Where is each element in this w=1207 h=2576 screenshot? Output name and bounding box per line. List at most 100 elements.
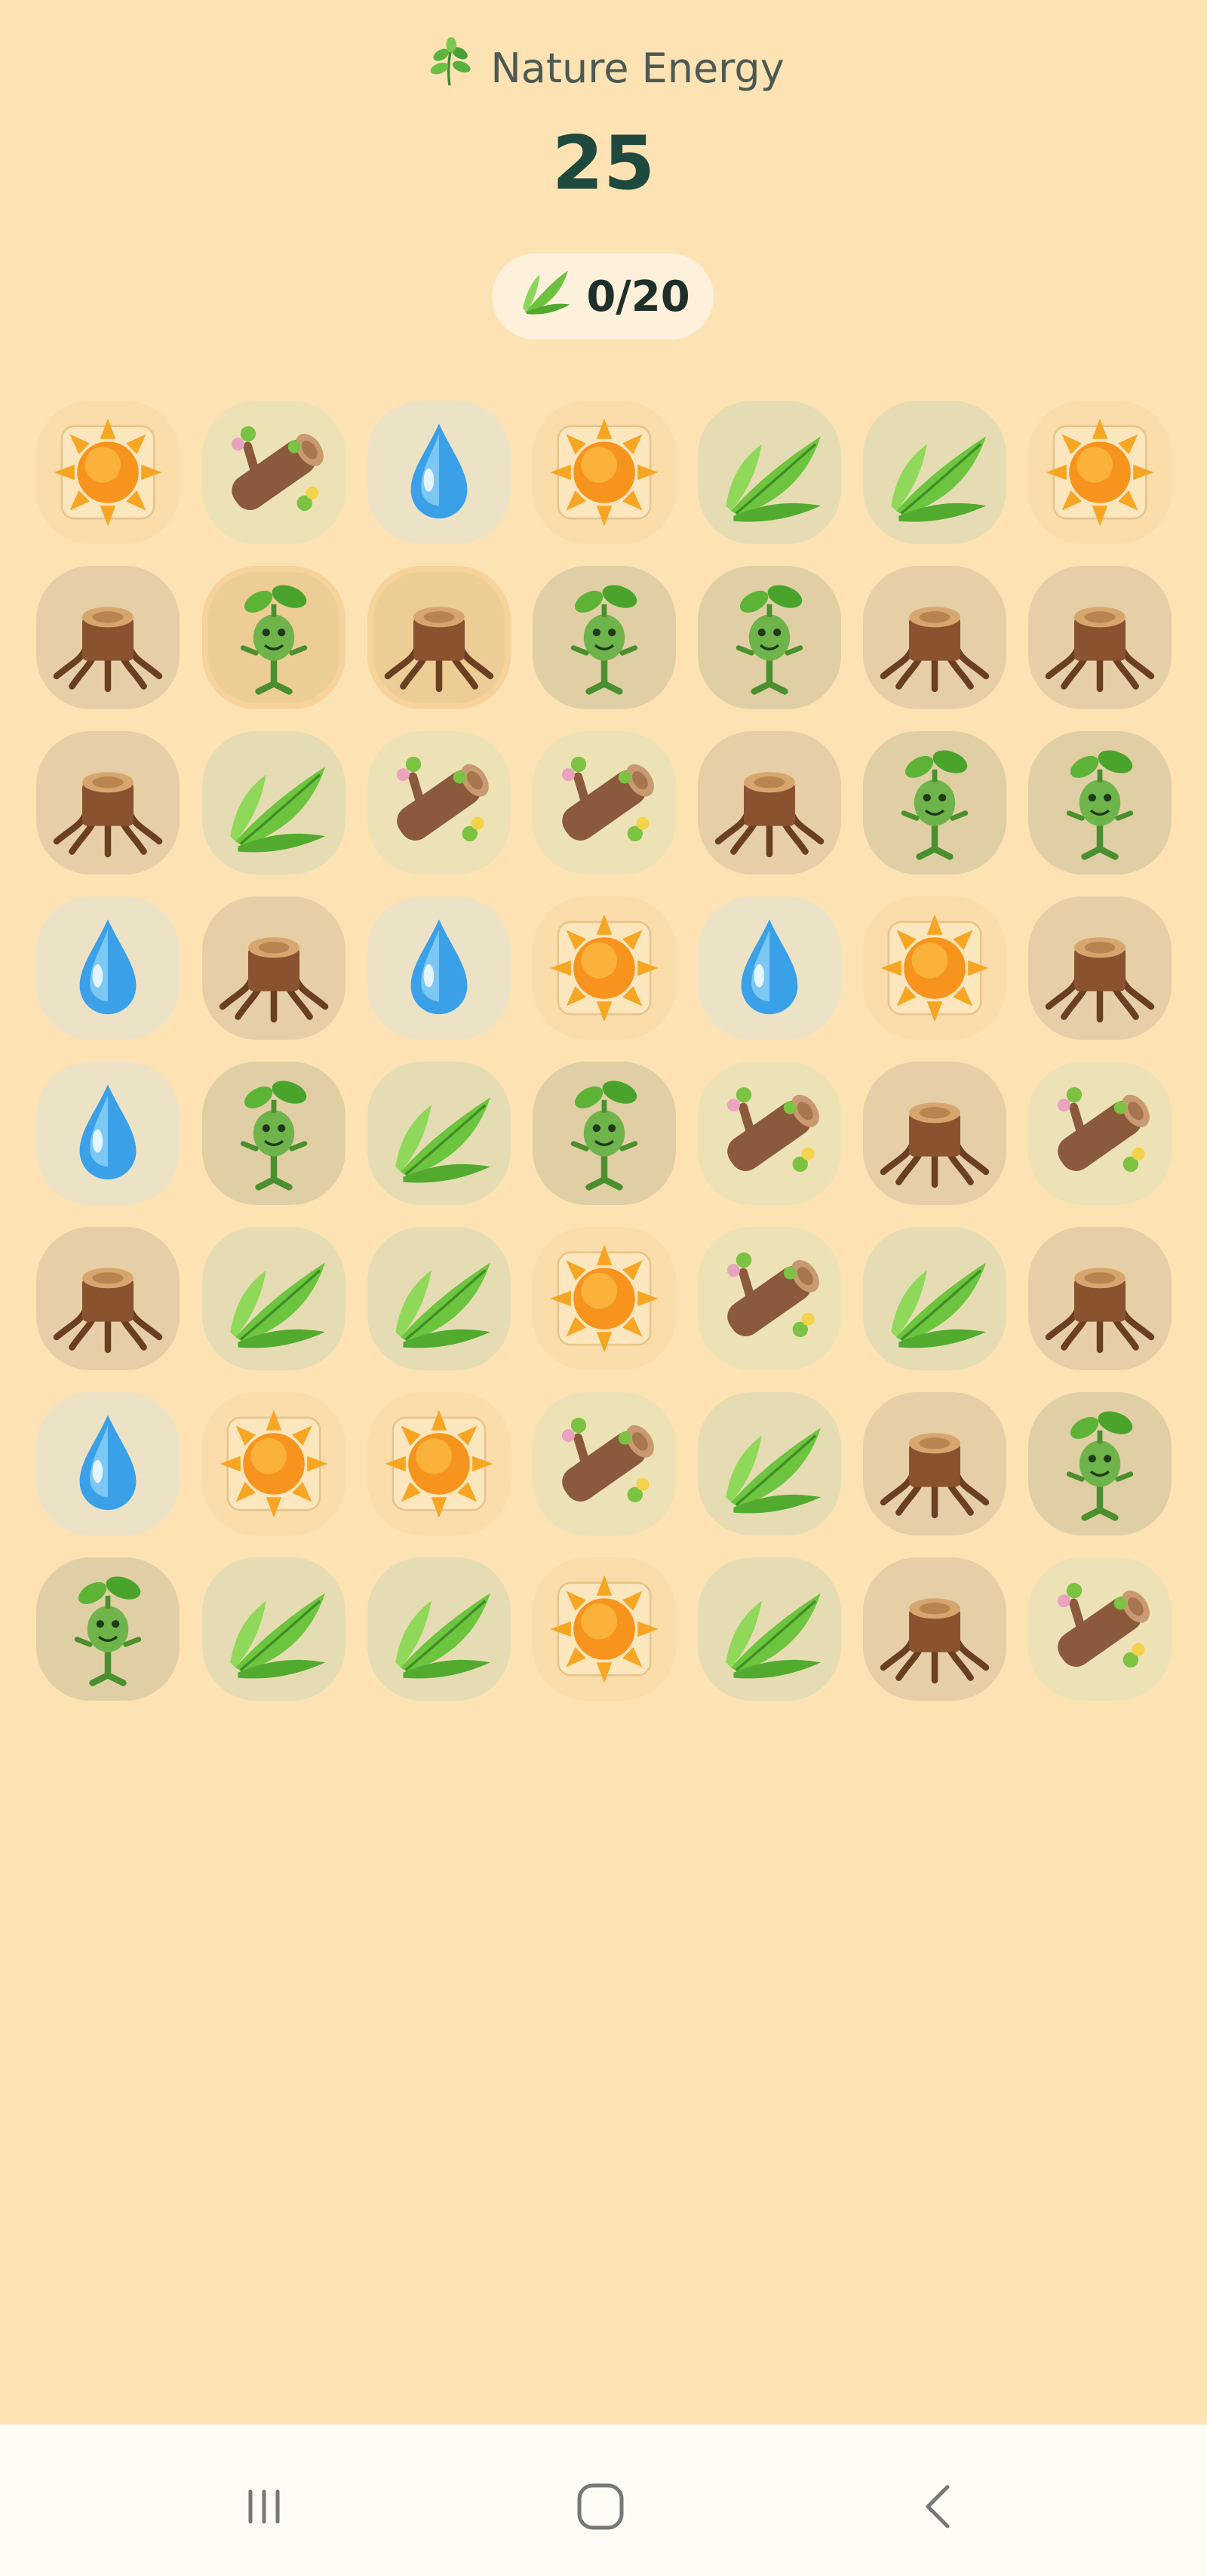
board-tile[interactable] [367,401,511,544]
board-tile[interactable] [698,401,841,544]
tree-stump-icon [1036,573,1164,702]
tree-stump-icon [44,739,172,867]
tree-stump-icon [871,1565,999,1693]
board-tile[interactable] [698,731,841,875]
board-tile[interactable] [367,731,511,875]
board-tile[interactable] [36,1557,180,1701]
board-tile[interactable] [1028,401,1172,544]
board-tile[interactable] [1028,731,1172,875]
board-tile[interactable] [863,1557,1006,1701]
board-tile[interactable] [698,566,841,709]
board-tile[interactable] [863,566,1006,709]
board-tile[interactable] [202,1392,346,1535]
board-tile[interactable] [533,401,676,544]
board-tile[interactable] [863,401,1006,544]
board-tile[interactable] [863,1227,1006,1370]
board-tile[interactable] [202,566,346,709]
board-tile[interactable] [36,401,180,544]
board-tile[interactable] [202,896,346,1040]
tree-stump-icon [871,573,999,702]
tree-stump-icon [871,1400,999,1528]
board-tile[interactable] [202,401,346,544]
leaf-icon [375,1234,503,1363]
board-tile[interactable] [863,1062,1006,1205]
board-tile[interactable] [1028,1392,1172,1535]
board-tile[interactable] [1028,566,1172,709]
board-tile[interactable] [698,1392,841,1535]
water-drop-icon [44,1400,172,1528]
sun-icon [1036,408,1164,536]
android-nav-bar [0,2424,1207,2576]
board-tile[interactable] [533,566,676,709]
board-tile[interactable] [202,1557,346,1701]
sprout-character-icon [540,573,668,702]
leaf-icon [210,739,338,867]
back-icon [910,2476,970,2540]
game-board [0,0,1207,1735]
back-button[interactable] [902,2470,978,2546]
board-tile[interactable] [533,1062,676,1205]
branch-log-icon [1036,1565,1164,1693]
home-button[interactable] [563,2470,638,2546]
leaf-icon [705,1565,834,1693]
board-tile[interactable] [863,731,1006,875]
sun-icon [375,1400,503,1528]
board-tile[interactable] [202,1227,346,1370]
board-tile[interactable] [533,731,676,875]
tree-stump-icon [375,573,503,702]
leaf-icon [210,1234,338,1363]
board-tile[interactable] [36,731,180,875]
board-tile[interactable] [36,896,180,1040]
board-tile[interactable] [1028,1557,1172,1701]
board-tile[interactable] [863,896,1006,1040]
leaf-icon [705,408,834,536]
board-tile[interactable] [1028,1062,1172,1205]
sun-icon [540,1234,668,1363]
board-tile[interactable] [367,1227,511,1370]
leaf-icon [871,408,999,536]
board-tile[interactable] [533,1557,676,1701]
sprout-character-icon [210,1069,338,1197]
board-tile[interactable] [367,896,511,1040]
sun-icon [540,408,668,536]
board-tile[interactable] [698,1227,841,1370]
board-tile[interactable] [36,566,180,709]
branch-log-icon [705,1069,834,1197]
sun-icon [210,1400,338,1528]
board-tile[interactable] [1028,1227,1172,1370]
board-tile[interactable] [533,1227,676,1370]
board-tile[interactable] [533,896,676,1040]
sprout-character-icon [1036,739,1164,867]
board-tile[interactable] [1028,896,1172,1040]
board-tile[interactable] [202,731,346,875]
board-tile[interactable] [698,896,841,1040]
leaf-icon [375,1069,503,1197]
leaf-icon [871,1234,999,1363]
board-tile[interactable] [533,1392,676,1535]
board-tile[interactable] [367,1062,511,1205]
water-drop-icon [44,904,172,1032]
board-tile[interactable] [367,1392,511,1535]
board-tile[interactable] [36,1392,180,1535]
home-icon [570,2476,631,2540]
board-tile[interactable] [36,1062,180,1205]
tree-stump-icon [44,573,172,702]
tree-stump-icon [44,1234,172,1363]
leaf-icon [210,1565,338,1693]
water-drop-icon [44,1069,172,1197]
board-tile[interactable] [202,1062,346,1205]
recent-apps-icon [234,2476,294,2540]
water-drop-icon [705,904,834,1032]
board-tile[interactable] [36,1227,180,1370]
recent-apps-button[interactable] [226,2470,302,2546]
leaf-icon [375,1565,503,1693]
board-tile[interactable] [698,1557,841,1701]
board-tile[interactable] [367,1557,511,1701]
board-tile[interactable] [863,1392,1006,1535]
sprout-character-icon [210,573,338,702]
board-tile[interactable] [367,566,511,709]
board-tile[interactable] [698,1062,841,1205]
branch-log-icon [1036,1069,1164,1197]
branch-log-icon [540,1400,668,1528]
water-drop-icon [375,904,503,1032]
